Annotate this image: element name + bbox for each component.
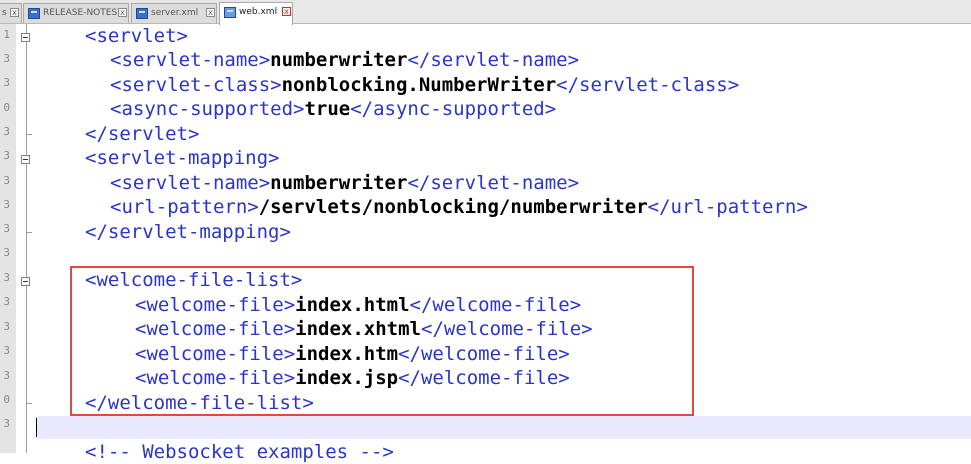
xml-tag: <servlet-name> — [110, 172, 271, 194]
close-icon[interactable]: x — [282, 7, 291, 16]
fold-end-marker — [26, 134, 32, 135]
xml-tag: <url-pattern> — [110, 196, 259, 218]
text-caret — [36, 418, 37, 437]
code-line: <url-pattern>/servlets/nonblocking/numbe… — [110, 195, 808, 219]
code-line: <servlet> — [85, 24, 188, 48]
close-icon[interactable]: x — [10, 8, 19, 17]
file-icon — [136, 8, 148, 19]
tab-label: web.xml — [239, 7, 278, 17]
file-icon — [224, 7, 236, 18]
tab-partial[interactable]: s x — [0, 3, 22, 23]
line-number: 3 — [3, 246, 10, 259]
line-number: 3 — [3, 76, 10, 89]
line-number: 3 — [3, 344, 10, 357]
line-number: 3 — [3, 320, 10, 333]
fold-guide-line — [26, 24, 27, 453]
xml-tag: </servlet-name> — [407, 172, 580, 194]
xml-comment: <!-- Websocket examples --> — [85, 441, 394, 463]
xml-value: numberwriter — [270, 49, 408, 71]
line-number: 3 — [3, 174, 10, 187]
xml-tag: </servlet-class> — [556, 74, 740, 96]
tab-server-xml[interactable]: server.xml x — [131, 3, 217, 23]
fold-collapse-icon[interactable] — [21, 33, 30, 42]
line-number: 3 — [3, 198, 10, 211]
xml-tag: <async-supported> — [110, 98, 305, 120]
close-icon[interactable]: x — [118, 8, 127, 17]
line-number: 3 — [3, 149, 10, 162]
line-number: 3 — [3, 52, 10, 65]
line-number: 3 — [3, 417, 10, 430]
line-number: 0 — [3, 101, 10, 114]
code-line: <!-- Websocket examples --> — [85, 440, 394, 464]
xml-tag: <servlet-name> — [110, 49, 271, 71]
line-number: 3 — [3, 271, 10, 284]
file-icon — [28, 8, 40, 19]
line-number: 1 — [3, 28, 10, 41]
xml-tag: </servlet-mapping> — [85, 221, 291, 243]
xml-tag: </servlet-name> — [407, 49, 580, 71]
tab-web-xml[interactable]: web.xml x — [219, 2, 293, 25]
xml-tag: </async-supported> — [350, 98, 557, 120]
line-number: 3 — [3, 369, 10, 382]
line-number: 3 — [3, 125, 10, 138]
tab-label: RELEASE-NOTES — [43, 8, 118, 18]
line-number: 0 — [3, 393, 10, 406]
xml-tag: </servlet> — [85, 123, 200, 145]
xml-value: numberwriter — [270, 172, 408, 194]
line-number-gutter: 1 3 3 0 3 3 3 3 3 3 3 3 3 3 3 0 3 — [0, 24, 16, 453]
current-line-highlight — [36, 416, 971, 439]
fold-end-marker — [26, 232, 32, 233]
xml-tag: <servlet-class> — [110, 74, 282, 96]
tab-label: server.xml — [151, 8, 199, 18]
line-number: 3 — [3, 295, 10, 308]
tab-bar: s x RELEASE-NOTES x server.xml x web.xml… — [0, 0, 971, 25]
xml-tag: <servlet-mapping> — [85, 147, 280, 169]
code-line: <servlet-class>nonblocking.NumberWriter<… — [110, 73, 739, 97]
xml-tag: <servlet> — [85, 25, 188, 47]
code-line: </servlet-mapping> — [85, 220, 291, 244]
highlight-box — [70, 266, 694, 416]
tab-label: s — [2, 8, 7, 18]
code-line: <async-supported>true</async-supported> — [110, 97, 556, 121]
close-icon[interactable]: x — [206, 8, 215, 17]
xml-value: nonblocking.NumberWriter — [281, 74, 557, 96]
fold-collapse-icon[interactable] — [21, 277, 30, 286]
code-line: </servlet> — [85, 122, 199, 146]
code-line: <servlet-mapping> — [85, 146, 279, 170]
xml-value: /servlets/nonblocking/numberwriter — [258, 196, 648, 218]
code-line: <servlet-name>numberwriter</servlet-name… — [110, 48, 579, 72]
xml-tag: </url-pattern> — [647, 196, 808, 218]
fold-end-marker — [26, 403, 32, 404]
fold-collapse-icon[interactable] — [21, 155, 30, 164]
tab-release-notes[interactable]: RELEASE-NOTES x — [23, 3, 129, 23]
xml-value: true — [304, 98, 351, 120]
line-number: 3 — [3, 222, 10, 235]
code-line: <servlet-name>numberwriter</servlet-name… — [110, 171, 579, 195]
